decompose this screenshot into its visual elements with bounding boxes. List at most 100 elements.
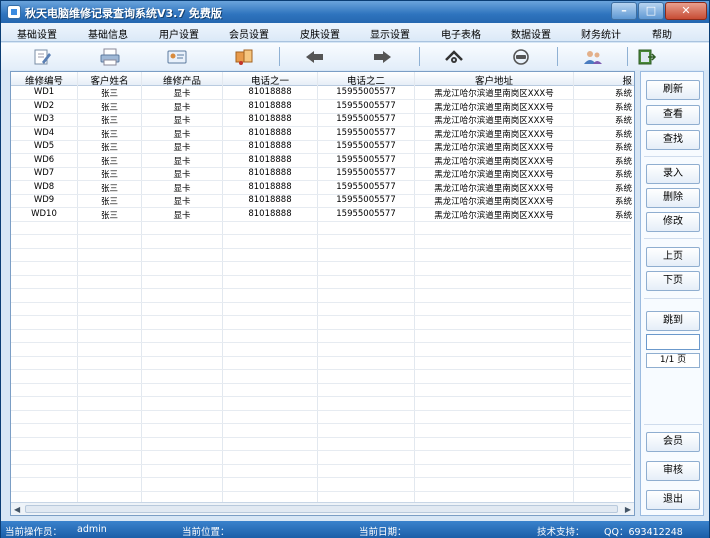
table-cell[interactable]: WD3 — [11, 114, 77, 124]
table-cell[interactable]: WD2 — [11, 101, 77, 111]
table-cell[interactable]: 显卡 — [142, 87, 222, 99]
table-cell[interactable]: 黑龙江哈尔滨道里南岗区XXX号 — [415, 101, 573, 113]
menu-help[interactable]: 帮助 — [652, 26, 672, 41]
table-cell[interactable]: 系统 — [574, 209, 634, 221]
table-cell[interactable]: 15955005577 — [318, 141, 414, 151]
network-icon[interactable] — [439, 46, 469, 67]
table-cell[interactable]: 系统 — [574, 114, 634, 126]
table-cell[interactable]: 张三 — [78, 195, 141, 207]
exit-button[interactable]: 退出 — [646, 490, 700, 510]
table-cell[interactable]: 15955005577 — [318, 128, 414, 138]
table-cell[interactable]: 显卡 — [142, 141, 222, 153]
menu-spreadsheet[interactable]: 电子表格 — [441, 26, 481, 41]
table-cell[interactable]: 张三 — [78, 114, 141, 126]
table-cell[interactable]: 显卡 — [142, 114, 222, 126]
table-cell[interactable]: 张三 — [78, 128, 141, 140]
printer-icon[interactable] — [95, 46, 125, 67]
table-cell[interactable]: 显卡 — [142, 195, 222, 207]
table-cell[interactable]: 系统 — [574, 155, 634, 167]
table-cell[interactable]: 显卡 — [142, 155, 222, 167]
menu-display-settings[interactable]: 显示设置 — [370, 26, 410, 41]
table-cell[interactable]: WD8 — [11, 182, 77, 192]
table-cell[interactable]: 黑龙江哈尔滨道里南岗区XXX号 — [415, 114, 573, 126]
table-cell[interactable]: 张三 — [78, 182, 141, 194]
col-phone-2[interactable]: 电话之二 — [318, 73, 414, 87]
table-cell[interactable]: WD5 — [11, 141, 77, 151]
find-button[interactable]: 查找 — [646, 130, 700, 150]
menu-skin-settings[interactable]: 皮肤设置 — [300, 26, 340, 41]
table-cell[interactable]: 15955005577 — [318, 182, 414, 192]
table-cell[interactable]: 显卡 — [142, 101, 222, 113]
maximize-button[interactable]: □ — [638, 2, 664, 20]
menu-basic-settings[interactable]: 基础设置 — [17, 26, 57, 41]
col-repair-id[interactable]: 维修编号 — [11, 73, 77, 87]
col-customer-name[interactable]: 客户姓名 — [78, 73, 141, 87]
table-cell[interactable]: 显卡 — [142, 128, 222, 140]
table-cell[interactable]: 81018888 — [223, 87, 317, 97]
table-cell[interactable]: 黑龙江哈尔滨道里南岗区XXX号 — [415, 209, 573, 221]
jump-button[interactable]: 跳到 — [646, 311, 700, 331]
table-cell[interactable]: 81018888 — [223, 141, 317, 151]
table-cell[interactable]: WD9 — [11, 195, 77, 205]
next-page-button[interactable]: 下页 — [646, 271, 700, 291]
table-cell[interactable]: 15955005577 — [318, 195, 414, 205]
menu-user-settings[interactable]: 用户设置 — [159, 26, 199, 41]
view-button[interactable]: 查看 — [646, 105, 700, 125]
table-cell[interactable]: 15955005577 — [318, 114, 414, 124]
audit-button[interactable]: 审核 — [646, 461, 700, 481]
table-cell[interactable]: 黑龙江哈尔滨道里南岗区XXX号 — [415, 141, 573, 153]
minimize-button[interactable]: – — [611, 2, 637, 20]
table-cell[interactable]: 显卡 — [142, 168, 222, 180]
table-cell[interactable]: 81018888 — [223, 101, 317, 111]
menu-finance-stats[interactable]: 财务统计 — [581, 26, 621, 41]
table-cell[interactable]: 张三 — [78, 101, 141, 113]
table-cell[interactable]: 黑龙江哈尔滨道里南岗区XXX号 — [415, 128, 573, 140]
table-cell[interactable]: 张三 — [78, 155, 141, 167]
table-cell[interactable]: 黑龙江哈尔滨道里南岗区XXX号 — [415, 182, 573, 194]
delete-button[interactable]: 删除 — [646, 188, 700, 208]
horizontal-scrollbar[interactable]: ◀ ▶ — [11, 502, 634, 515]
card-icon[interactable] — [162, 46, 192, 67]
table-cell[interactable]: 系统 — [574, 182, 634, 194]
refresh-button[interactable]: 刷新 — [646, 80, 700, 100]
edit-icon[interactable] — [27, 46, 57, 67]
table-cell[interactable]: 81018888 — [223, 195, 317, 205]
scroll-left-icon[interactable]: ◀ — [14, 505, 20, 514]
table-cell[interactable]: 显卡 — [142, 182, 222, 194]
table-cell[interactable]: 81018888 — [223, 155, 317, 165]
table-cell[interactable]: 黑龙江哈尔滨道里南岗区XXX号 — [415, 168, 573, 180]
arrow-left-icon[interactable] — [300, 46, 330, 67]
exit-icon[interactable] — [632, 46, 662, 67]
table-cell[interactable]: 系统 — [574, 141, 634, 153]
prev-page-button[interactable]: 上页 — [646, 247, 700, 267]
table-cell[interactable]: 系统 — [574, 101, 634, 113]
menu-data-settings[interactable]: 数据设置 — [511, 26, 551, 41]
arrow-right-icon[interactable] — [367, 46, 397, 67]
table-cell[interactable]: 15955005577 — [318, 101, 414, 111]
member-button[interactable]: 会员 — [646, 432, 700, 452]
table-cell[interactable]: 黑龙江哈尔滨道里南岗区XXX号 — [415, 87, 573, 99]
table-cell[interactable]: 81018888 — [223, 168, 317, 178]
modify-button[interactable]: 修改 — [646, 212, 700, 232]
refresh-icon[interactable] — [506, 46, 536, 67]
export-icon[interactable] — [229, 46, 259, 67]
col-phone-1[interactable]: 电话之一 — [223, 73, 317, 87]
records-table[interactable]: 维修编号 客户姓名 维修产品 电话之一 电话之二 客户地址 报 WD1 张三 显卡 8… — [10, 71, 635, 516]
table-cell[interactable]: WD10 — [11, 209, 77, 219]
table-cell[interactable]: 系统 — [574, 128, 634, 140]
table-cell[interactable]: 黑龙江哈尔滨道里南岗区XXX号 — [415, 155, 573, 167]
scroll-thumb[interactable] — [25, 505, 618, 513]
table-cell[interactable]: WD6 — [11, 155, 77, 165]
table-cell[interactable]: 显卡 — [142, 209, 222, 221]
col-report[interactable]: 报 — [574, 73, 634, 87]
jump-page-input[interactable] — [646, 334, 700, 350]
close-button[interactable]: ✕ — [665, 2, 707, 20]
menu-member-settings[interactable]: 会员设置 — [229, 26, 269, 41]
table-cell[interactable]: 张三 — [78, 168, 141, 180]
table-cell[interactable]: 15955005577 — [318, 209, 414, 219]
add-record-button[interactable]: 录入 — [646, 164, 700, 184]
table-cell[interactable]: 系统 — [574, 168, 634, 180]
table-cell[interactable]: 15955005577 — [318, 168, 414, 178]
table-cell[interactable]: 81018888 — [223, 209, 317, 219]
scroll-right-icon[interactable]: ▶ — [625, 505, 631, 514]
